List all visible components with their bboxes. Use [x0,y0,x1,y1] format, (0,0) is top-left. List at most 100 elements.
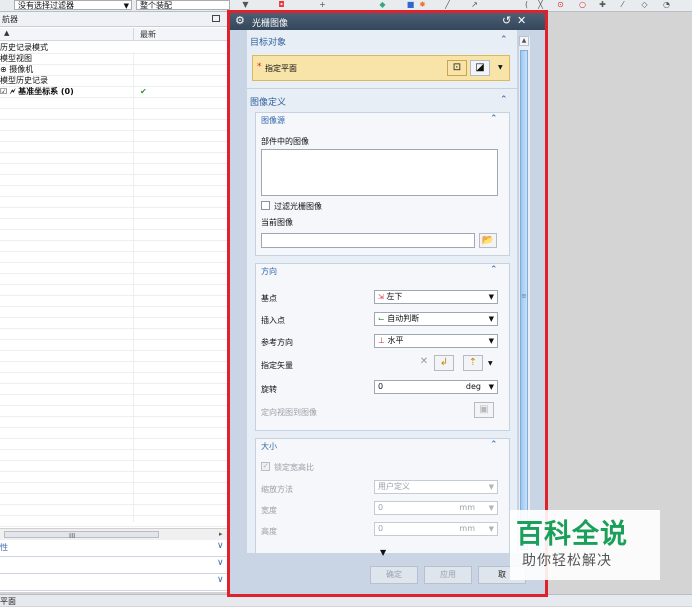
tree-row-label: 模型视图 [0,54,32,63]
intersection-icon[interactable]: ╳ [536,0,545,9]
dropdown-arrow-icon[interactable]: ▼ [241,0,250,9]
column-latest: 最新 [140,30,156,39]
navigator-horizontal-scrollbar[interactable]: III ▸ [0,528,229,540]
chevron-down-icon[interactable]: ∨ [217,541,224,551]
collapsed-panel-2[interactable]: ∨ [0,557,229,574]
sort-ascending-icon[interactable]: ▲ [4,29,9,37]
navigator-title: 航器 [2,15,18,24]
row-gridline [0,218,229,219]
row-gridline [0,251,229,252]
center-point-icon[interactable]: ⊙ [556,0,565,9]
row-gridline [0,174,229,175]
row-gridline [0,416,229,417]
tree-row[interactable]: 模型历史记录 [0,75,229,86]
row-gridline [0,240,229,241]
row-gridline [0,163,229,164]
row-gridline [0,295,229,296]
tangent-icon[interactable]: ○ [578,0,587,9]
scroll-right-icon[interactable]: ▸ [219,530,223,538]
row-gridline [0,130,229,131]
snap-icon[interactable]: ◘ [277,0,286,9]
scrollbar-grip-label: III [69,532,76,540]
collapsed-panel-properties[interactable]: 性 ∨ [0,540,229,557]
row-gridline [0,141,229,142]
tree-row-label: ☑ 🗲 基准坐标系 (0) [0,87,74,96]
tree-row[interactable]: ☑ 🗲 基准坐标系 (0) ✔ [0,86,229,97]
column-divider[interactable] [133,28,134,40]
chevron-down-icon: ▼ [123,2,129,10]
line-icon[interactable]: ╱ [443,0,452,9]
row-gridline [0,185,229,186]
watermark-subtitle: 助你轻松解决 [522,553,612,569]
tree-row[interactable]: 历史记录模式 [0,42,229,53]
row-gridline [0,262,229,263]
row-gridline [0,471,229,472]
navigator-header: 航器 [0,12,229,27]
row-gridline [0,207,229,208]
highlight-frame [227,10,548,597]
tree-row[interactable]: 模型视图 [0,53,229,64]
row-gridline [0,482,229,483]
row-gridline [0,438,229,439]
row-gridline [0,526,229,527]
assembly-icon[interactable]: ✸ [418,0,427,9]
row-gridline [0,152,229,153]
row-gridline [0,75,229,76]
chevron-down-icon[interactable]: ∨ [217,558,224,568]
row-gridline [0,86,229,87]
row-gridline [0,394,229,395]
row-gridline [0,119,229,120]
row-gridline [0,317,229,318]
row-gridline [0,64,229,65]
row-gridline [0,361,229,362]
tree-row-label: ⊕ 摄像机 [0,65,34,74]
panel-title: 性 [0,543,8,552]
point-icon[interactable]: + [318,0,327,9]
collapsed-panel-3[interactable]: ∨ [0,574,229,591]
watermark: 百科全说 助你轻松解决 [510,510,660,580]
curve-icon[interactable]: ( [522,0,531,9]
scrollbar-thumb[interactable]: III [4,531,159,540]
part-icon[interactable]: ◆ [378,0,387,9]
row-gridline [0,493,229,494]
row-gridline [0,53,229,54]
column-gridline [133,52,134,522]
tree-row[interactable]: ⊕ 摄像机 [0,64,229,75]
row-gridline [0,372,229,373]
navigator-column-header[interactable]: ▲ 最新 [0,28,229,41]
row-gridline [0,97,229,98]
row-gridline [0,196,229,197]
selection-scope-select[interactable]: 整个装配 [136,0,230,10]
tree-row-label: 历史记录模式 [0,43,48,52]
body-icon[interactable]: ■ [406,0,415,9]
row-gridline [0,229,229,230]
maximize-icon[interactable] [212,15,220,22]
row-gridline [0,108,229,109]
row-gridline [0,350,229,351]
slash-icon[interactable]: ⁄ [618,0,627,9]
row-gridline [0,460,229,461]
quadrant-icon[interactable]: ◔ [662,0,671,9]
arc-icon[interactable]: ↗ [470,0,479,9]
row-gridline [0,273,229,274]
row-gridline [0,383,229,384]
latest-check-icon: ✔ [140,87,147,96]
row-gridline [0,427,229,428]
row-gridline [0,405,229,406]
row-gridline [0,284,229,285]
row-gridline [0,306,229,307]
crosshair-icon[interactable]: ✚ [598,0,607,9]
row-gridline [0,504,229,505]
row-gridline [0,449,229,450]
filter-icon[interactable]: ◇ [640,0,649,9]
row-gridline [0,515,229,516]
tree-row-label: 模型历史记录 [0,76,48,85]
row-gridline [0,328,229,329]
part-navigator: 航器 ▲ 最新 历史记录模式 模型视图 ⊕ 摄像机 模型历史记录 ☑ 🗲 基准坐标系 (… [0,12,230,592]
chevron-down-icon[interactable]: ∨ [217,575,224,585]
selection-filter-select[interactable]: 没有选择过滤器 ▼ [14,0,132,10]
selection-scope-value: 整个装配 [140,1,172,10]
row-gridline [0,339,229,340]
status-text: 平面 [0,597,16,606]
watermark-title: 百科全说 [516,519,628,550]
